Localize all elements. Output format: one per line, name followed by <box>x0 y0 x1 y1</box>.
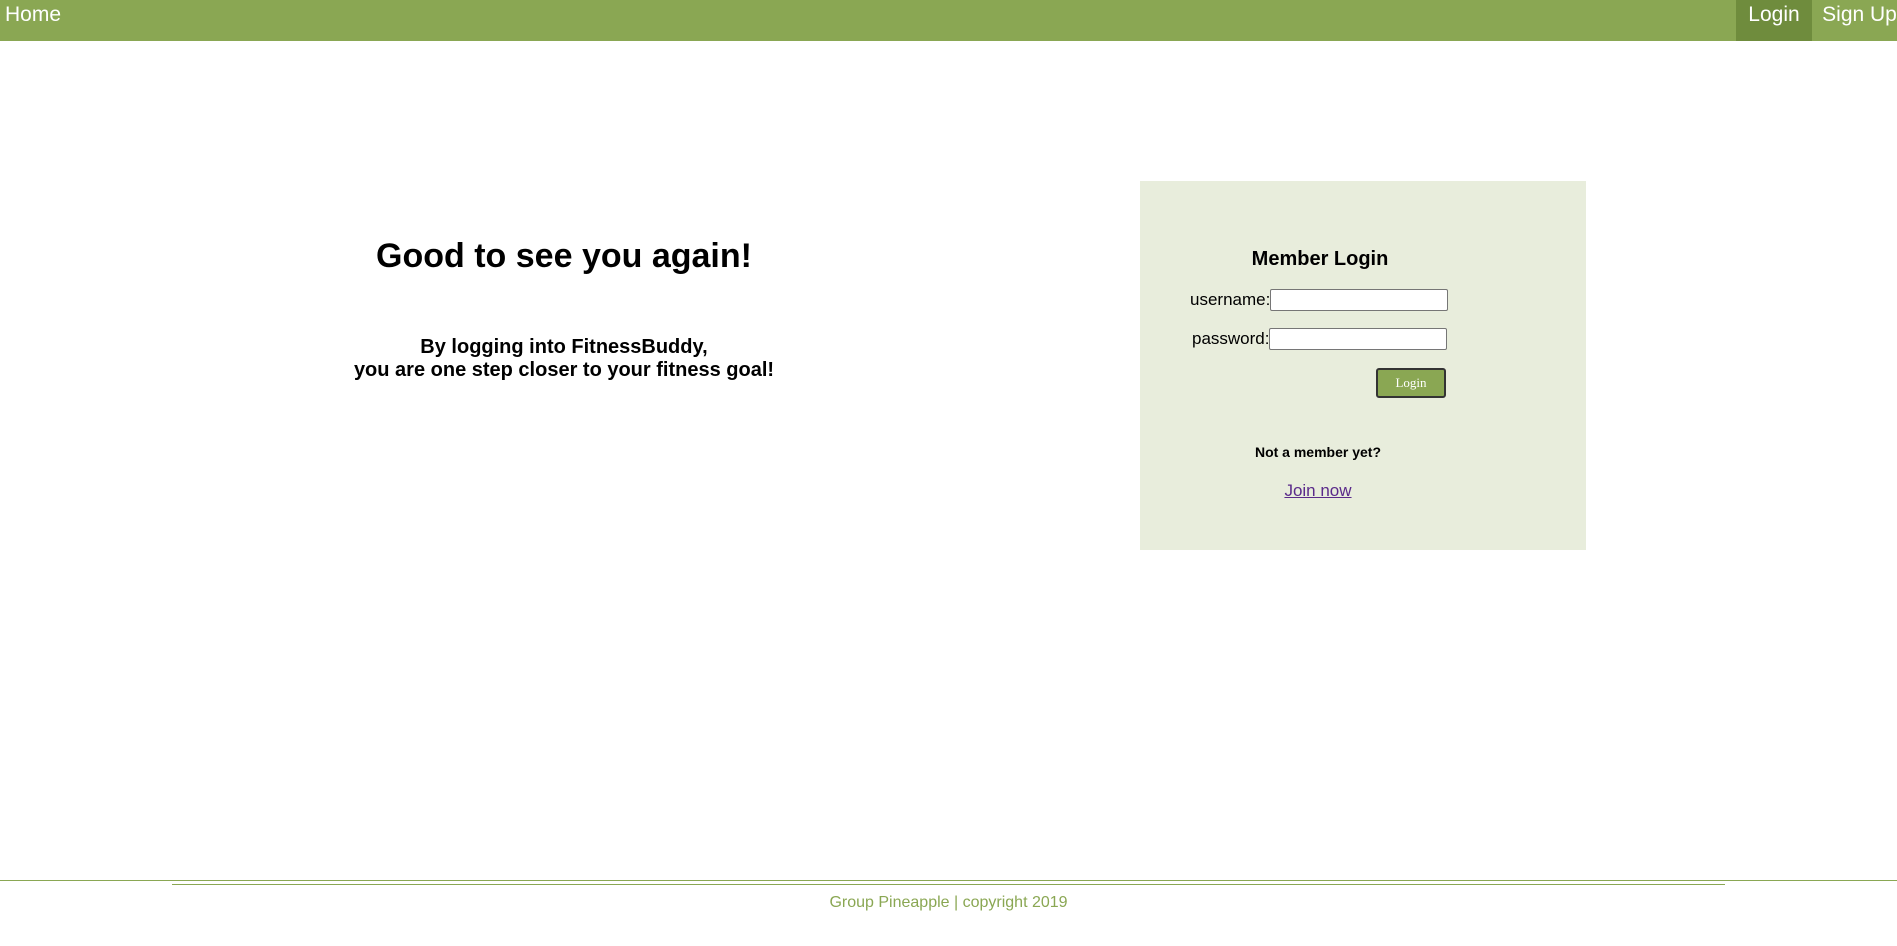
top-nav: Home Login Sign Up <box>0 0 1897 41</box>
welcome-subtitle-line1: By logging into FitnessBuddy, <box>420 336 708 358</box>
welcome-subtitle-line2: you are one step closer to your fitness … <box>353 359 775 381</box>
welcome-subtitle: By logging into FitnessBuddy, you are on… <box>300 336 828 382</box>
username-label: username: <box>1190 290 1271 309</box>
username-row: username: <box>1140 289 1586 313</box>
member-login-panel: Member Login username: password: Login N… <box>1140 181 1586 550</box>
welcome-title: Good to see you again! <box>376 237 752 275</box>
login-submit-button[interactable]: Login <box>1376 368 1446 398</box>
footer-divider-outer <box>0 880 1897 881</box>
nav-home-link[interactable]: Home <box>0 0 66 41</box>
password-input[interactable] <box>1269 328 1447 350</box>
footer-copyright: Group Pineapple | copyright 2019 <box>829 894 1068 911</box>
join-now-link[interactable]: Join now <box>1140 481 1496 501</box>
not-member-text: Not a member yet? <box>1254 444 1382 460</box>
nav-login-link[interactable]: Login <box>1736 0 1812 41</box>
login-panel-title: Member Login <box>1251 248 1389 270</box>
username-input[interactable] <box>1270 289 1448 311</box>
password-label: password: <box>1192 329 1270 348</box>
password-row: password: <box>1140 328 1586 352</box>
nav-signup-link[interactable]: Sign Up <box>1822 0 1897 41</box>
footer-divider-inner <box>172 884 1725 885</box>
